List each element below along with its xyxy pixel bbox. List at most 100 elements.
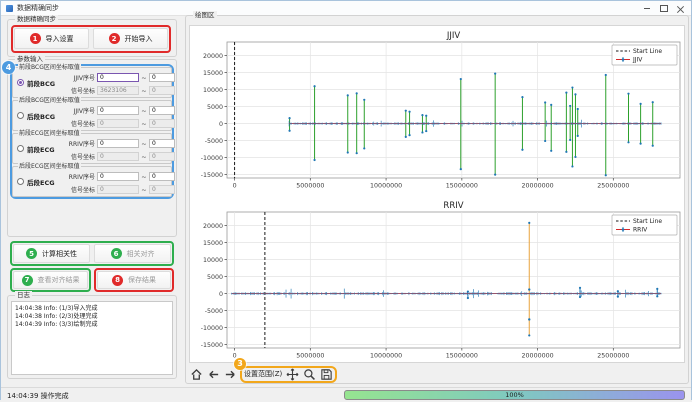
log-group-title: 日志 bbox=[15, 291, 32, 300]
correlation-align-label: 相关对齐 bbox=[127, 249, 155, 259]
step-badge-7: 7 bbox=[22, 275, 33, 286]
save-result-button: 8 保存结果 bbox=[97, 271, 171, 289]
svg-text:25000000: 25000000 bbox=[597, 353, 629, 360]
svg-text:10000: 10000 bbox=[203, 257, 223, 264]
svg-text:10000000: 10000000 bbox=[370, 183, 402, 190]
param-section-title: 后段BCG区间坐标取值 bbox=[18, 97, 81, 105]
svg-text:5000: 5000 bbox=[207, 104, 223, 111]
radio-2[interactable] bbox=[17, 112, 24, 119]
field-label: 信号坐标 bbox=[65, 185, 95, 194]
tilde-separator: ~ bbox=[141, 74, 147, 82]
param-group-title: 参数输入 bbox=[15, 55, 45, 64]
maximize-icon bbox=[660, 5, 668, 12]
maximize-button[interactable] bbox=[655, 2, 672, 15]
zoom-icon bbox=[303, 368, 316, 381]
param-section-title: 后段ECG区间坐标取值 bbox=[18, 163, 81, 171]
svg-text:-5000: -5000 bbox=[205, 308, 223, 315]
svg-text:-10000: -10000 bbox=[201, 155, 223, 162]
pan-icon bbox=[286, 368, 299, 381]
range-end-input bbox=[149, 152, 175, 161]
home-icon bbox=[190, 368, 203, 381]
calc-correlation-button[interactable]: 5 计算相关性 bbox=[13, 244, 90, 263]
radio-label: 后段BCG bbox=[27, 111, 55, 121]
back-button[interactable] bbox=[206, 367, 220, 382]
range-start-input[interactable] bbox=[97, 106, 139, 115]
range-end-input bbox=[149, 119, 175, 128]
svg-text:15000: 15000 bbox=[203, 70, 223, 77]
range-end-input[interactable] bbox=[149, 172, 175, 181]
range-end-input bbox=[149, 185, 175, 194]
range-start-input[interactable] bbox=[97, 172, 139, 181]
back-icon bbox=[207, 368, 220, 381]
pan-button[interactable] bbox=[285, 367, 299, 382]
svg-text:5000000: 5000000 bbox=[296, 183, 324, 190]
range-end-input[interactable] bbox=[149, 139, 175, 148]
range-start-input bbox=[97, 86, 139, 95]
range-start-input[interactable] bbox=[97, 139, 139, 148]
field-label: 信号坐标 bbox=[65, 86, 95, 95]
plot-group-title: 绘图区 bbox=[193, 11, 217, 20]
radio-label: 前段BCG bbox=[27, 78, 55, 88]
svg-text:15000000: 15000000 bbox=[446, 183, 478, 190]
radio-label: 前段ECG bbox=[27, 144, 55, 154]
param-section: 前段ECG区间坐标取值前段ECG RRIV序号 ~ 信号坐标 ~ bbox=[12, 133, 172, 164]
close-button[interactable] bbox=[672, 2, 689, 15]
step-badge-4: 4 bbox=[2, 61, 15, 74]
step-badge-2: 2 bbox=[109, 33, 120, 44]
home-button[interactable] bbox=[189, 367, 203, 382]
import-settings-label: 导入设置 bbox=[46, 34, 74, 44]
start-import-button[interactable]: 2 开始导入 bbox=[93, 28, 168, 49]
view-align-result-button: 7 查看对齐结果 bbox=[13, 271, 88, 289]
import-settings-button[interactable]: 1 导入设置 bbox=[14, 28, 89, 49]
range-start-input bbox=[97, 152, 139, 161]
radio-3[interactable] bbox=[17, 145, 24, 152]
calc-correlation-label: 计算相关性 bbox=[42, 249, 77, 259]
svg-text:20000000: 20000000 bbox=[522, 183, 554, 190]
save-icon bbox=[320, 368, 333, 381]
set-range-button[interactable]: 设置范围(Z) bbox=[244, 369, 282, 379]
log-list[interactable]: 14:04:38 Info: (1/3)导入完成14:04:38 Info: (… bbox=[11, 301, 173, 375]
svg-text:-5000: -5000 bbox=[205, 138, 223, 145]
minimize-button[interactable] bbox=[638, 2, 655, 15]
step-badge-1: 1 bbox=[30, 33, 41, 44]
param-section: 后段BCG区间坐标取值后段BCGJJIV序号~信号坐标~ bbox=[12, 100, 172, 131]
log-entry: 14:04:38 Info: (2/3)处理完成 bbox=[12, 313, 172, 321]
range-end-input[interactable] bbox=[149, 73, 175, 82]
svg-text:0: 0 bbox=[233, 183, 237, 190]
start-import-label: 开始导入 bbox=[125, 34, 153, 44]
field-label: JJIV序号 bbox=[65, 73, 95, 82]
svg-text:10000: 10000 bbox=[203, 87, 223, 94]
radio-1[interactable] bbox=[17, 79, 24, 86]
svg-text:-10000: -10000 bbox=[201, 325, 223, 332]
range-start-input[interactable] bbox=[97, 73, 139, 82]
forward-button[interactable] bbox=[223, 367, 237, 382]
field-label: RRIV序号 bbox=[65, 139, 95, 148]
tilde-separator: ~ bbox=[141, 186, 147, 194]
range-end-input[interactable] bbox=[149, 106, 175, 115]
radio-4[interactable] bbox=[17, 178, 24, 185]
param-section: 前段BCG区间坐标取值前段BCGJJIV序号~信号坐标~ bbox=[12, 67, 172, 98]
tilde-separator: ~ bbox=[141, 140, 147, 148]
plot-canvas[interactable]: 0 5000000 10000000 15000000 20000000 25000000… bbox=[189, 25, 685, 363]
minimize-icon bbox=[644, 8, 650, 9]
tilde-separator: ~ bbox=[141, 87, 147, 95]
sync-group-title: 数据精确同步 bbox=[15, 15, 58, 24]
svg-text:-15000: -15000 bbox=[201, 342, 223, 349]
step-badge-6: 6 bbox=[111, 248, 122, 259]
field-label: 信号坐标 bbox=[65, 119, 95, 128]
radio-label: 后段ECG bbox=[27, 177, 55, 187]
view-align-result-label: 查看对齐结果 bbox=[38, 275, 80, 285]
range-start-input bbox=[97, 119, 139, 128]
progress-bar: 100% bbox=[344, 390, 685, 400]
svg-text:JJIV: JJIV bbox=[632, 57, 643, 64]
svg-text:-15000: -15000 bbox=[201, 172, 223, 179]
zoom-button[interactable] bbox=[302, 367, 316, 382]
field-label: 信号坐标 bbox=[65, 152, 95, 161]
param-section-title: 前段ECG区间坐标取值 bbox=[18, 130, 81, 138]
app-icon bbox=[6, 5, 13, 12]
charts-svg[interactable]: 0 5000000 10000000 15000000 20000000 25000000… bbox=[190, 26, 686, 364]
close-icon bbox=[677, 5, 684, 12]
svg-text:5000: 5000 bbox=[207, 274, 223, 281]
save-button[interactable] bbox=[319, 367, 333, 382]
tilde-separator: ~ bbox=[141, 153, 147, 161]
